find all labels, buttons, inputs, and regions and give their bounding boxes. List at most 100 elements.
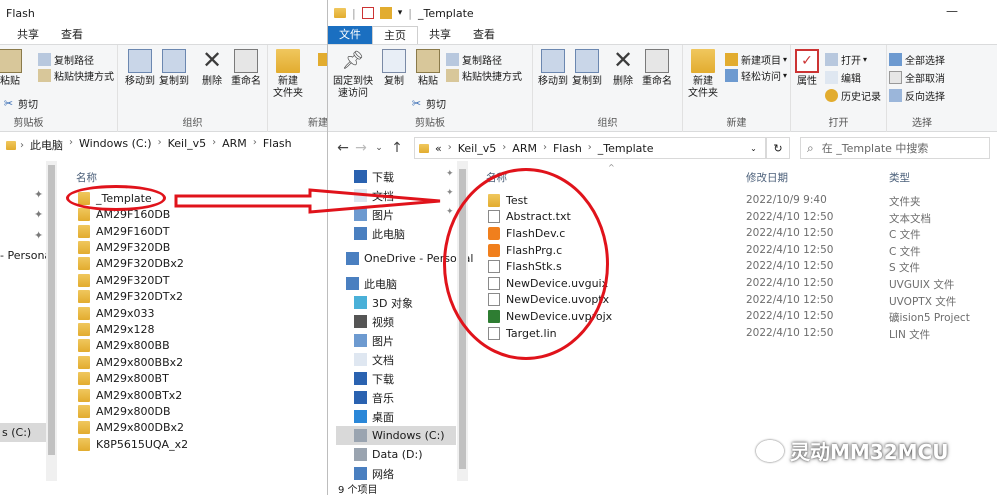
nav-quick-0[interactable]: 下载 [354,167,394,186]
bg-new-folder-button[interactable]: 新建 文件夹 [268,49,308,100]
bg-list-item[interactable]: AM29F320DB [78,239,170,256]
new-folder-quick-icon[interactable] [379,7,392,19]
bg-list-item[interactable]: AM29F320DTx2 [78,288,183,305]
nav-pc-item-5[interactable]: 音乐 [354,388,394,407]
bg-nav-drive-partial[interactable]: s (C:) [0,423,46,442]
fg-cut-button[interactable]: ✂ 剪切 [410,95,446,111]
breadcrumb-separator-icon[interactable]: › [158,137,162,153]
fg-rename-button[interactable]: 重命名 [637,49,677,88]
nav-pc-item-0[interactable]: 3D 对象 [354,293,413,312]
nav-pc-item-1[interactable]: 视频 [354,312,394,331]
bg-list-item[interactable]: AM29x033 [78,305,155,322]
breadcrumb-separator-icon[interactable]: › [253,137,257,153]
bg-breadcrumb-item[interactable]: Keil_v5 [168,137,207,153]
breadcrumb-separator-icon[interactable]: › [588,142,592,155]
bg-nav-scrollbar[interactable] [46,161,57,481]
fg-paste-shortcut-button[interactable]: 粘贴快捷方式 [446,67,522,83]
properties-quick-icon[interactable] [361,7,374,19]
bg-copy-to-button[interactable]: 复制到 [154,49,194,88]
bg-paste-button[interactable]: 粘贴 [0,49,30,88]
forward-arrow-icon[interactable]: → [352,140,370,156]
breadcrumb-separator-icon[interactable]: › [69,137,73,153]
fg-tab-view[interactable]: 查看 [462,26,506,44]
breadcrumb-separator-icon[interactable]: › [543,142,547,155]
fg-search-box[interactable]: ⌕ 在 _Template 中搜索 [800,137,990,159]
bg-list-item[interactable]: K8P5615UQA_x2 [78,436,188,453]
fg-breadcrumb-item[interactable]: _Template [598,142,654,155]
pin-icon: ✦ [34,188,44,201]
bg-nav-scroll-thumb[interactable] [48,165,55,455]
bg-list-item[interactable]: AM29x800BB [78,338,170,355]
fg-tab-share[interactable]: 共享 [418,26,462,44]
fg-breadcrumb-item[interactable]: ARM [512,142,537,155]
bg-cut-button[interactable]: ✂ 剪切 [2,95,38,111]
pc-icon [346,277,359,290]
fg-paste-button[interactable]: 粘贴 [408,49,448,88]
bg-file-name: AM29x800BBx2 [96,355,184,369]
fg-breadcrumb-item[interactable]: « [435,142,442,155]
fg-select-none-button[interactable]: 全部取消 [889,69,945,85]
fg-new-folder-button[interactable]: 新建 文件夹 [683,49,723,100]
bg-rename-button[interactable]: 重命名 [226,49,266,88]
bg-list-item[interactable]: AM29x128 [78,321,155,338]
address-dropdown-icon[interactable]: ⌄ [742,137,766,159]
fg-properties-button[interactable]: ✓ 属性 [787,49,827,88]
nav-this-pc[interactable]: 此电脑 [346,274,397,293]
recent-locations-icon[interactable]: ⌄ [370,143,388,153]
fg-col-date[interactable]: 修改日期 [746,170,788,185]
fg-copy-to-button[interactable]: 复制到 [567,49,607,88]
bg-list-item[interactable]: AM29F320DT [78,272,170,289]
minimize-button[interactable]: — [946,4,958,18]
fg-easy-access-button[interactable]: 轻松访问 ▾ [725,67,787,83]
up-arrow-icon[interactable]: ↑ [388,140,406,156]
fg-address-bar[interactable]: « › Keil_v5 › ARM › Flash › _Template [414,137,790,159]
fg-breadcrumb-item[interactable]: Keil_v5 [458,142,497,155]
bg-breadcrumb-item[interactable]: Flash [263,137,292,153]
fg-tab-home[interactable]: 主页 [372,26,418,44]
fg-pin-quick-access-button[interactable]: 📌︎ 固定到快 速访问 [330,49,376,100]
nav-pc-item-3[interactable]: 文档 [354,350,394,369]
fg-open-button[interactable]: 打开 ▾ [825,51,867,67]
bg-col-name[interactable]: 名称 [76,170,97,185]
quick-access-dropdown-icon[interactable]: ▾ [398,8,403,18]
back-arrow-icon[interactable]: ← [334,140,352,156]
fg-select-all-button[interactable]: 全部选择 [889,51,945,67]
breadcrumb-separator-icon[interactable]: › [502,142,506,155]
bg-list-item[interactable]: AM29x800BT [78,370,169,387]
bg-breadcrumb-item[interactable]: 此电脑 [30,137,63,153]
nav-pc-item-6[interactable]: 桌面 [354,407,394,426]
fg-tab-file[interactable]: 文件 [328,26,372,44]
bg-tab-share[interactable]: 共享 [6,26,50,44]
network-icon [354,467,367,480]
bg-list-item[interactable]: AM29x800BBx2 [78,354,183,371]
bg-tab-view[interactable]: 查看 [50,26,94,44]
nav-pc-item-7[interactable]: Windows (C:) [336,426,456,445]
bg-paste-shortcut-button[interactable]: 粘贴快捷方式 [38,67,114,83]
fg-edit-button[interactable]: 编辑 [825,69,861,85]
bg-file-name: AM29F320DT [96,273,170,287]
fg-breadcrumb-item[interactable]: Flash [553,142,582,155]
fg-history-button[interactable]: 历史记录 [825,87,881,103]
nav-pc-item-8[interactable]: Data (D:) [354,445,423,464]
breadcrumb-separator-icon[interactable]: › [212,137,216,153]
breadcrumb-separator-icon[interactable]: › [448,142,452,155]
fg-copy-path-button[interactable]: 复制路径 [446,51,502,67]
fg-invert-selection-button[interactable]: 反向选择 [889,87,945,103]
fg-col-type[interactable]: 类型 [889,170,910,185]
refresh-icon[interactable]: ↻ [766,137,790,159]
bg-list-item[interactable]: AM29x800BTx2 [78,387,182,404]
bg-nav-pane: ✦ ✦ ✦ - Personal s (C:) [0,161,54,481]
bg-list-item[interactable]: AM29x800DB [78,403,171,420]
nav-pc-item-4[interactable]: 下载 [354,369,394,388]
nav-quick-3[interactable]: 此电脑 [354,224,405,243]
new-item-icon [725,52,738,66]
bg-breadcrumb-item[interactable]: ARM [222,137,247,153]
bg-breadcrumb-item[interactable]: Windows (C:) [79,137,152,153]
bg-list-item[interactable]: AM29x800DBx2 [78,420,184,437]
bg-copy-path-button[interactable]: 复制路径 [38,51,94,67]
bg-list-item[interactable]: AM29F160DT [78,223,170,240]
fg-new-item-button[interactable]: 新建项目 ▾ [725,51,787,67]
bg-file-name: AM29x800BB [96,339,170,353]
nav-pc-item-2[interactable]: 图片 [354,331,394,350]
bg-list-item[interactable]: AM29F320DBx2 [78,256,184,273]
